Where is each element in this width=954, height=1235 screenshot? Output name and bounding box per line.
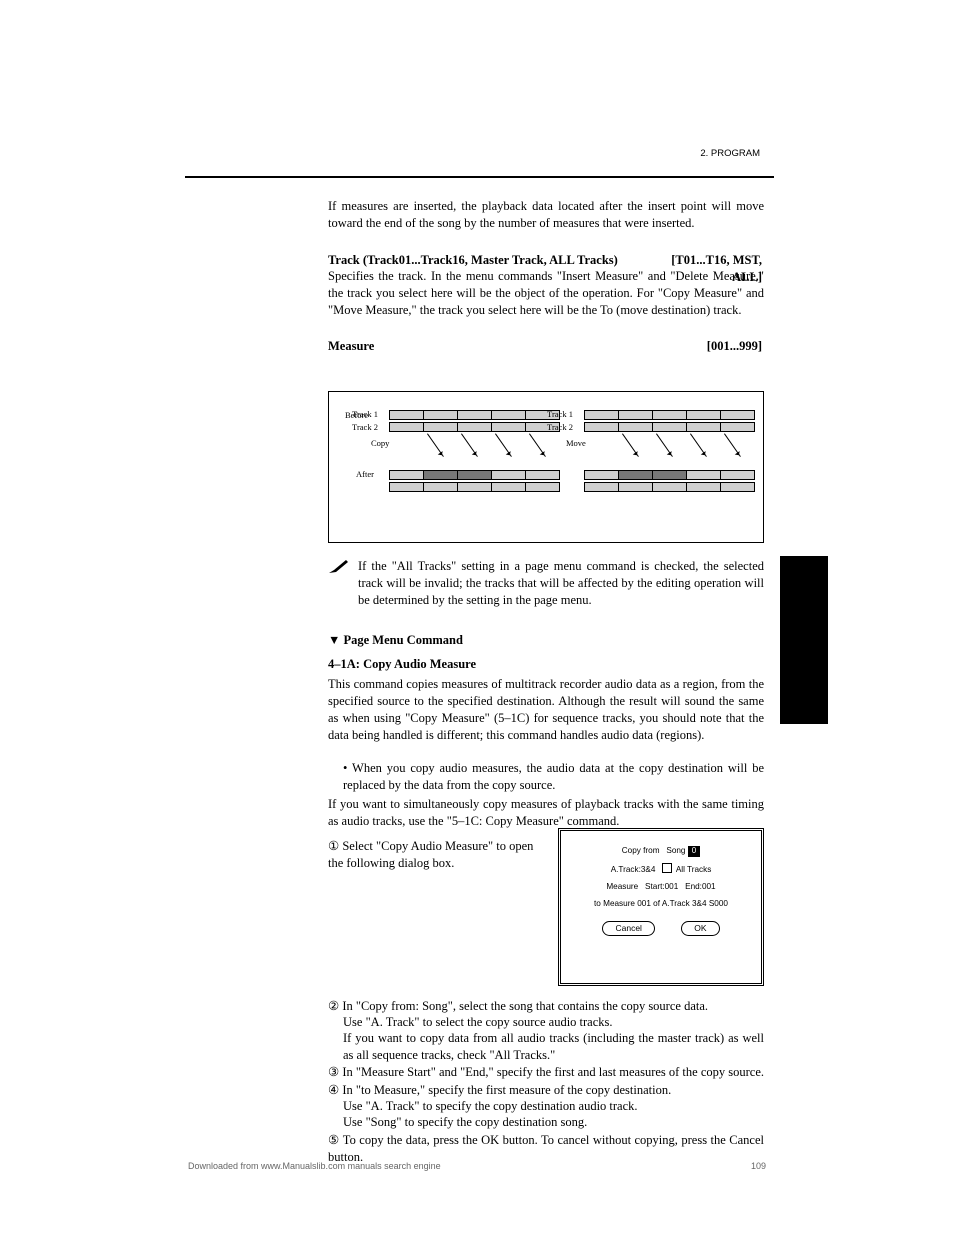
dlg-end-label: End:001 [685, 882, 716, 891]
page-footer: Downloaded from www.Manualslib.com manua… [0, 1160, 954, 1172]
diag-row [584, 470, 754, 480]
step-2c: If you want to copy data from all audio … [343, 1030, 764, 1064]
measure-range: [001...999] [640, 338, 762, 355]
menu-item-a-body2: If you want to simultaneously copy measu… [328, 796, 764, 830]
dlg-ok-button[interactable]: OK [681, 921, 719, 936]
running-head: 2. PROGRAM [640, 148, 760, 161]
pencil-icon [328, 558, 350, 579]
step-2b: Use "A. Track" to select the copy source… [343, 1014, 764, 1031]
dlg-line2: A.Track:3&4 All Tracks [569, 863, 753, 875]
dlg-start-label: Start:001 [645, 882, 678, 891]
arrow-icon [656, 433, 673, 457]
step-4c: Use "Song" to specify the copy destinati… [343, 1114, 764, 1131]
measure-diagram: Before Track 1 Track 2 Copy After [328, 391, 764, 543]
dlg-line3: Measure Start:001 End:001 [569, 881, 753, 892]
diag-row [389, 410, 559, 420]
arrow-icon [529, 433, 546, 457]
dlg-measure-label: Measure [606, 882, 638, 891]
diag-row [584, 482, 754, 492]
dlg-atrack-label: A.Track:3&4 [611, 865, 656, 874]
diag-copy-label: Copy [371, 438, 389, 449]
diag-row [584, 422, 754, 432]
menu-item-a-list1-text: When you copy audio measures, the audio … [343, 761, 764, 792]
dlg-line4: to Measure 001 of A.Track 3&4 S000 [569, 898, 753, 909]
footer-left: Downloaded from www.Manualslib.com manua… [188, 1160, 441, 1172]
note-para-text: If the "All Tracks" setting in a page me… [358, 559, 764, 607]
menu-item-a-body: This command copies measures of multitra… [328, 676, 764, 744]
diag-move-label: Move [566, 438, 586, 449]
diag-l-t1: Track 1 [345, 409, 385, 420]
section-tab-black [780, 556, 828, 724]
copy-measure-dialog: Copy from Song 0 A.Track:3&4 All Tracks … [558, 828, 764, 986]
diag-after-label: After [345, 469, 385, 480]
page-number: 109 [751, 1160, 766, 1172]
diag-row [389, 422, 559, 432]
dlg-song-label: Song [666, 846, 685, 855]
arrow-icon [622, 433, 639, 457]
step-4b: Use "A. Track" to specify the copy desti… [343, 1098, 764, 1115]
arrow-icon [461, 433, 478, 457]
diag-row [389, 482, 559, 492]
arrow-icon [724, 433, 741, 457]
step-4a: ④ In "to Measure," specify the first mea… [328, 1082, 764, 1099]
intro-text: If measures are inserted, the playback d… [328, 198, 764, 232]
page-menu-heading: ▼ Page Menu Command [328, 632, 764, 649]
header-rule [185, 176, 774, 178]
dlg-line1: Copy from Song 0 [569, 845, 753, 857]
diag-row [389, 470, 559, 480]
arrow-icon [427, 433, 444, 457]
menu-item-a-heading: 4–1A: Copy Audio Measure [328, 656, 764, 673]
dlg-buttons: Cancel OK [569, 921, 753, 936]
step-1: ① Select "Copy Audio Measure" to open th… [328, 838, 538, 872]
arrow-icon [495, 433, 512, 457]
diag-row [584, 410, 754, 420]
dlg-all-tracks-label: All Tracks [676, 865, 711, 874]
step-2a: ② In "Copy from: Song", select the song … [328, 998, 764, 1015]
diag-r-t2: Track 2 [540, 422, 580, 433]
dlg-cancel-button[interactable]: Cancel [602, 921, 654, 936]
dlg-copy-from-label: Copy from [622, 846, 660, 855]
diag-r-t1: Track 1 [540, 409, 580, 420]
dlg-all-tracks-checkbox[interactable] [662, 863, 672, 873]
note-para: If the "All Tracks" setting in a page me… [358, 558, 764, 609]
track-heading-label: Track (Track01...Track16, Master Track, … [328, 253, 618, 267]
menu-item-a-list1: • When you copy audio measures, the audi… [343, 760, 764, 794]
step-3: ③ In "Measure Start" and "End," specify … [328, 1064, 764, 1081]
arrow-icon [690, 433, 707, 457]
track-body: Specifies the track. In the menu command… [328, 268, 764, 319]
diag-l-t2: Track 2 [345, 422, 385, 433]
dlg-song-field[interactable]: 0 [688, 846, 700, 857]
